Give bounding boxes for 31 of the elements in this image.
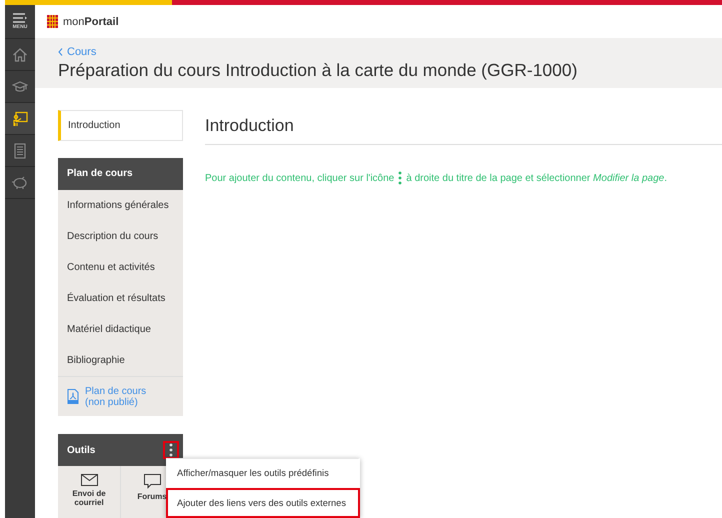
menu-item[interactable]: Afficher/masquer les outils prédéfinis	[166, 458, 360, 488]
instruction-text: à droite du titre de la page et sélectionner Modifier la page.	[406, 172, 667, 184]
graduation-cap-icon[interactable]	[12, 80, 28, 94]
nav-item[interactable]: Contenu et activités	[58, 252, 183, 283]
piggy-bank-icon[interactable]	[11, 176, 29, 190]
envelope-icon	[80, 474, 98, 486]
kebab-icon	[169, 443, 173, 458]
more-options-button[interactable]	[163, 441, 179, 460]
logo-icon	[47, 15, 58, 28]
nav-item[interactable]: Introduction	[58, 110, 183, 141]
teacher-board-icon[interactable]	[12, 110, 28, 126]
home-icon[interactable]	[12, 46, 28, 62]
menu-item[interactable]: Ajouter des liens vers des outils externes	[166, 488, 360, 518]
nav-item[interactable]: Matériel didactique	[58, 314, 183, 345]
nav-item[interactable]: Description du cours	[58, 220, 183, 252]
pdf-file-icon	[67, 389, 79, 404]
section-header: Outils	[67, 444, 96, 456]
document-icon[interactable]	[14, 142, 26, 158]
section-header: Plan de cours	[58, 158, 183, 190]
portal-logo[interactable]: monPortail	[63, 16, 119, 28]
page-title: Préparation du cours Introduction à la carte du monde (GGR-1000)	[58, 60, 578, 81]
instruction-text: Pour ajouter du contenu, cliquer sur l'icône	[205, 172, 394, 184]
section-heading: Introduction	[205, 110, 722, 145]
nav-item[interactable]: Bibliographie	[58, 344, 183, 376]
nav-item[interactable]: Évaluation et résultats	[58, 282, 183, 314]
chevron-left-icon	[58, 48, 63, 56]
menu-icon[interactable]	[13, 13, 27, 24]
nav-item[interactable]: Informations générales	[58, 190, 183, 221]
tool-tile[interactable]: Envoi de courriel	[58, 466, 120, 518]
kebab-icon	[398, 171, 402, 185]
speech-bubble-icon	[144, 474, 160, 490]
